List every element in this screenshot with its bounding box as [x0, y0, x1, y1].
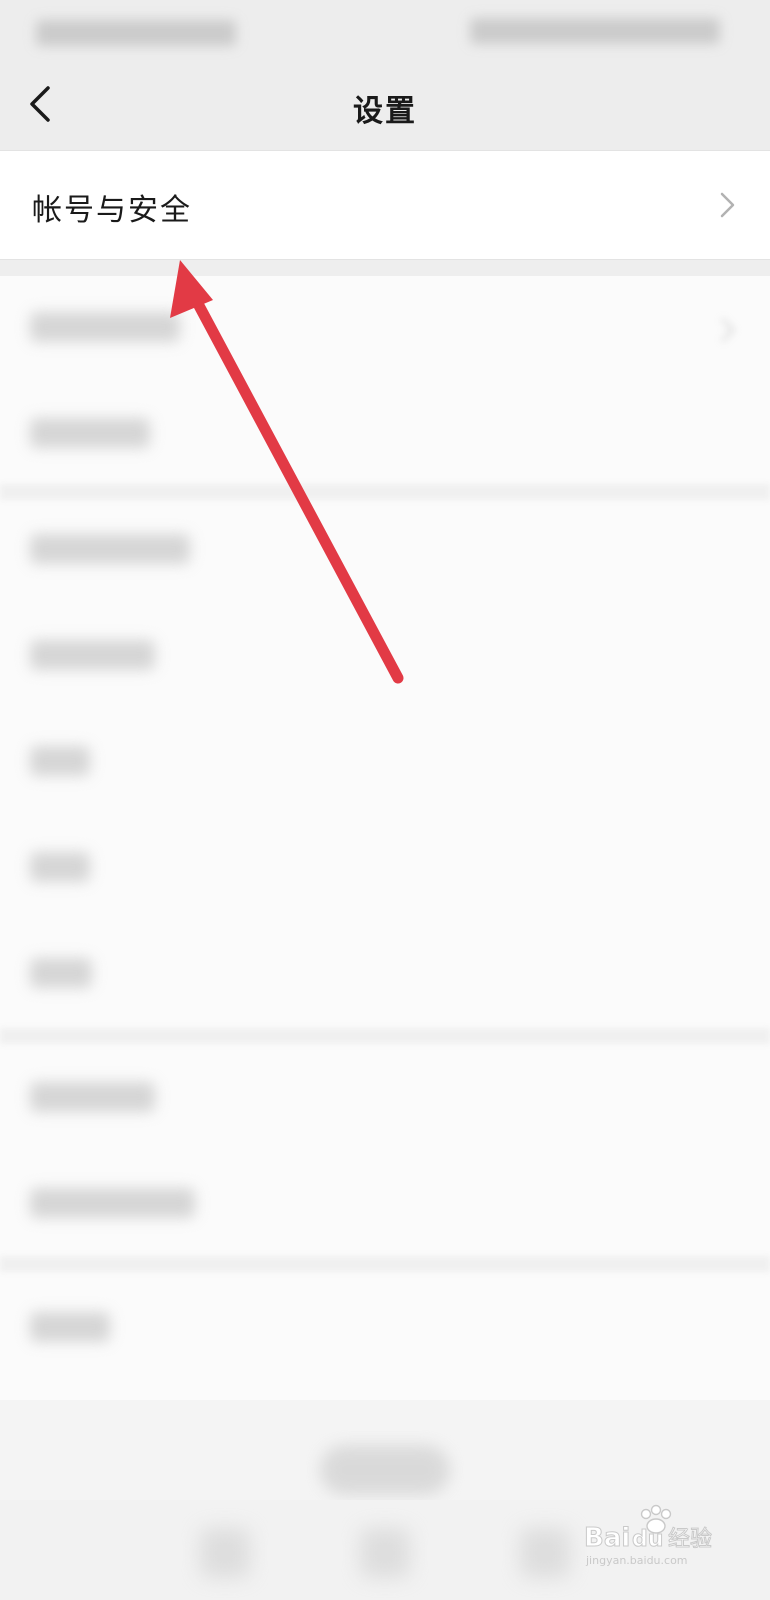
settings-row-blurred[interactable] — [0, 1046, 770, 1152]
settings-row-blurred[interactable] — [0, 276, 770, 382]
svg-text:du: du — [632, 1527, 663, 1552]
bottom-action-button-blurred[interactable] — [320, 1445, 450, 1495]
settings-row-blurred[interactable] — [0, 1276, 770, 1382]
settings-row-blurred[interactable] — [0, 710, 770, 816]
account-security-row[interactable]: 帐号与安全 — [0, 150, 770, 260]
settings-row-blurred[interactable] — [0, 604, 770, 710]
svg-text:Bai: Bai — [584, 1523, 630, 1553]
section-divider — [0, 1028, 770, 1044]
settings-list-blurred — [0, 276, 770, 1400]
tab-item-blurred[interactable] — [200, 1528, 250, 1578]
svg-text:jingyan.baidu.com: jingyan.baidu.com — [585, 1554, 688, 1567]
account-security-label: 帐号与安全 — [32, 193, 192, 228]
navigation-bar: 设置 — [0, 60, 770, 150]
status-bar-right-blurred — [470, 18, 720, 44]
page-title: 设置 — [353, 94, 417, 129]
tab-item-blurred[interactable] — [520, 1528, 570, 1578]
settings-row-blurred[interactable] — [0, 816, 770, 922]
chevron-right-icon — [721, 318, 735, 342]
settings-row-blurred[interactable] — [0, 498, 770, 604]
section-divider — [0, 1256, 770, 1272]
chevron-right-icon — [720, 192, 735, 218]
settings-row-blurred[interactable] — [0, 1152, 770, 1258]
tab-item-blurred[interactable] — [360, 1528, 410, 1578]
svg-text:经验: 经验 — [668, 1527, 712, 1552]
settings-row-blurred[interactable] — [0, 922, 770, 1028]
settings-row-blurred[interactable] — [0, 382, 770, 488]
status-bar-left-blurred — [36, 20, 236, 46]
baidu-jingyan-watermark: Bai du 经验 jingyan.baidu.com — [584, 1504, 713, 1567]
section-divider — [0, 260, 770, 276]
